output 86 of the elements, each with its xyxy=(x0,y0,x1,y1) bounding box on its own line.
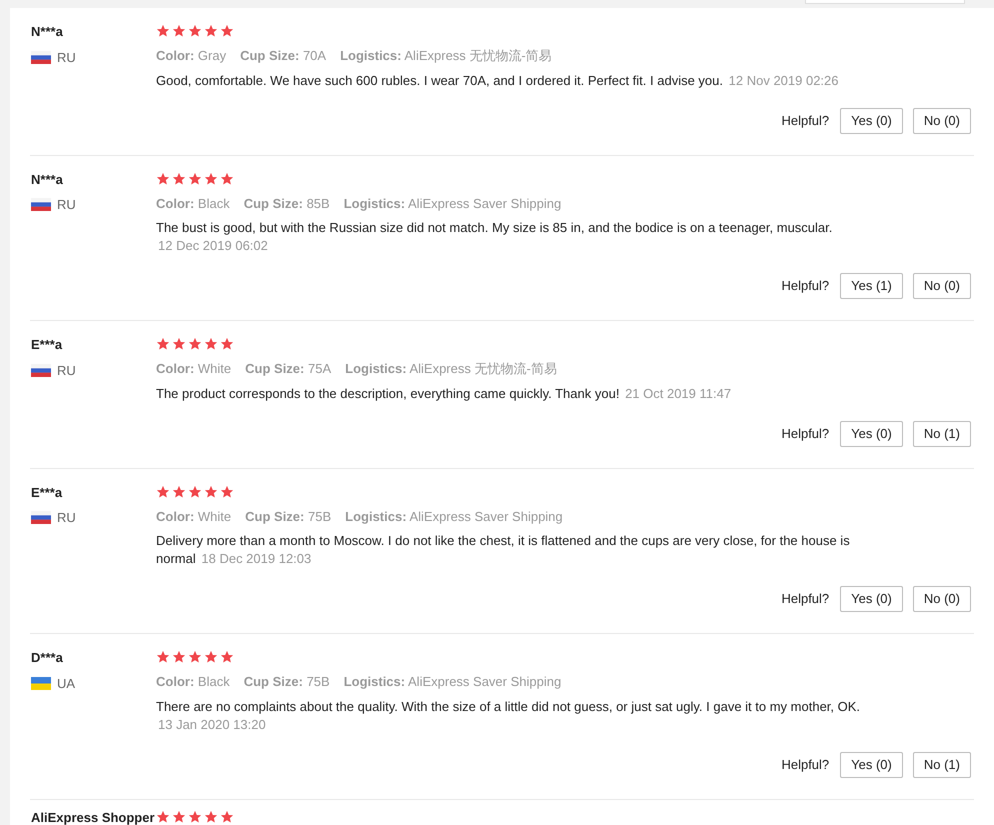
star-icon xyxy=(156,484,170,498)
product-attribute: Cup Size: 75B xyxy=(245,508,332,526)
review-date: 12 Dec 2019 06:02 xyxy=(158,238,268,253)
reviewer-name: E***a xyxy=(31,484,64,502)
star-icon xyxy=(204,24,218,38)
product-attribute: Cup Size: 75A xyxy=(245,360,332,378)
product-attribute: Logistics: AliExpress Saver Shipping xyxy=(344,194,562,213)
product-attribute: Color: White xyxy=(156,508,232,526)
review-text: The product corresponds to the description, everything came quickly. Thank you! 21 Oct 2019 11:47 xyxy=(156,384,732,402)
star-icon xyxy=(188,337,202,351)
no-button[interactable]: No (0) xyxy=(912,108,971,134)
product-attribute: Logistics: AliExpress 无忧物流-简易 xyxy=(340,47,552,65)
flag-icon xyxy=(31,50,51,64)
country-code: RU xyxy=(57,362,76,380)
no-button[interactable]: No (1) xyxy=(912,420,971,446)
no-button[interactable]: No (0) xyxy=(912,273,971,299)
product-attribute: Logistics: AliExpress Saver Shipping xyxy=(344,673,562,691)
product-attribute: Cup Size: 85B xyxy=(244,194,330,213)
product-attribute: Color: Gray xyxy=(156,47,226,65)
star-icon xyxy=(204,337,218,351)
country-code: RU xyxy=(57,48,76,66)
star-icon xyxy=(220,172,234,186)
star-icon xyxy=(172,484,186,498)
product-attribute: Cup Size: 70A xyxy=(240,47,326,65)
star-icon xyxy=(156,172,170,186)
review-text: Good, comfortable. We have such 600 rubles. I wear 70A, and I ordered it. Perfect fit. I advise you. 12 Nov 2019 02:26 xyxy=(156,72,840,90)
yes-button[interactable]: Yes (0) xyxy=(840,586,903,612)
reviewer-name: N***a xyxy=(31,170,64,188)
star-icon xyxy=(172,172,186,186)
reviewer-name: AliExpress Shopper xyxy=(31,808,156,825)
reviewer-name: N***a xyxy=(31,23,64,41)
star-icon xyxy=(220,810,234,824)
review-date: 12 Nov 2019 02:26 xyxy=(728,72,839,88)
review-text: There are no complaints about the quality. With the size of a little did not guess, or just sat ugly. I gave it to my mother, OK. 13 Jan 2020 13:20 xyxy=(156,698,862,734)
star-icon xyxy=(156,650,170,664)
helpful-label: Helpful? xyxy=(781,756,830,774)
star-icon xyxy=(188,24,202,38)
star-icon xyxy=(188,484,202,498)
star-icon xyxy=(156,810,170,824)
review-date: 13 Jan 2020 13:20 xyxy=(158,716,266,732)
star-icon xyxy=(188,810,202,824)
yes-button[interactable]: Yes (0) xyxy=(840,108,903,134)
star-icon xyxy=(172,810,186,824)
star-icon xyxy=(156,24,170,38)
star-icon xyxy=(204,810,218,824)
yes-button[interactable]: Yes (0) xyxy=(840,752,903,778)
no-button[interactable]: No (0) xyxy=(912,586,971,612)
helpful-label: Helpful? xyxy=(781,112,830,130)
country-code: RU xyxy=(57,509,76,527)
star-icon xyxy=(172,650,186,664)
product-attribute: Cup Size: 75B xyxy=(244,673,330,691)
yes-button[interactable]: Yes (1) xyxy=(840,273,903,299)
star-icon xyxy=(204,484,218,498)
review-date: 18 Dec 2019 12:03 xyxy=(201,551,312,566)
no-button[interactable]: No (1) xyxy=(912,752,971,778)
star-icon xyxy=(188,650,202,664)
star-icon xyxy=(220,24,234,38)
flag-icon xyxy=(31,511,51,524)
review-date: 21 Oct 2019 11:47 xyxy=(625,386,732,400)
review-text: Delivery more than a month to Moscow. I do not like the chest, it is flattened and the cups are very close, for the house is normal 18 Dec 2019 12:03 xyxy=(156,532,851,568)
helpful-label: Helpful? xyxy=(781,424,830,443)
star-icon xyxy=(204,172,218,186)
product-attribute: Color: Black xyxy=(156,194,230,212)
star-icon xyxy=(220,484,234,498)
star-icon xyxy=(188,172,202,186)
star-icon xyxy=(172,337,186,351)
star-icon xyxy=(172,24,186,38)
product-attribute: Color: Black xyxy=(156,673,230,691)
flag-icon xyxy=(31,198,51,212)
product-attribute: Logistics: AliExpress Saver Shipping xyxy=(345,508,563,526)
yes-button[interactable]: Yes (0) xyxy=(840,420,903,446)
product-attribute: Color: White xyxy=(156,360,232,378)
product-attribute: Logistics: AliExpress 无忧物流-简易 xyxy=(345,360,557,378)
review-text: The bust is good, but with the Russian size did not match. My size is 85 in, and the bodice is on a teenager, muscular. 12 Dec 2019 06:02 xyxy=(156,219,834,255)
reviewer-name: E***a xyxy=(31,336,64,354)
helpful-label: Helpful? xyxy=(781,277,830,296)
star-icon xyxy=(204,650,218,664)
reviewer-name: D***a xyxy=(31,649,64,667)
flag-icon xyxy=(31,676,51,690)
star-icon xyxy=(220,337,234,351)
flag-icon xyxy=(31,364,51,377)
country-code: UA xyxy=(57,674,76,692)
country-code: RU xyxy=(57,196,76,214)
star-icon xyxy=(156,337,170,351)
star-icon xyxy=(220,650,234,664)
helpful-label: Helpful? xyxy=(781,590,830,608)
